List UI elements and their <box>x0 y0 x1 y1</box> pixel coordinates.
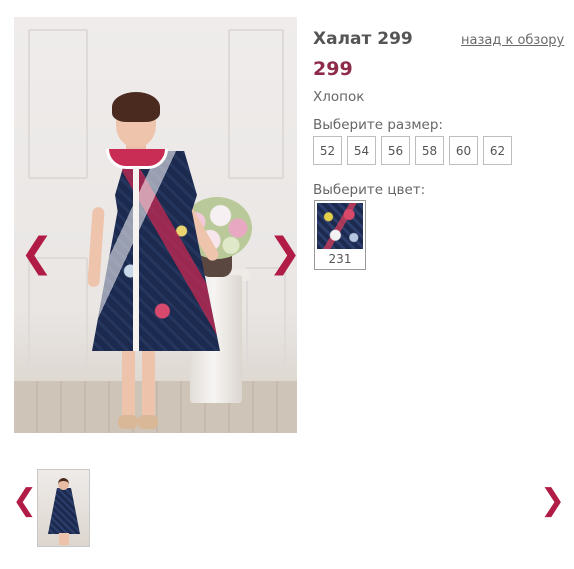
size-label: Выберите размер: <box>313 117 443 133</box>
wall-panel <box>228 29 284 179</box>
model-leg <box>122 347 135 419</box>
size-option-60[interactable]: 60 <box>449 136 478 165</box>
color-swatch-image <box>317 203 363 249</box>
size-option-62[interactable]: 62 <box>483 136 512 165</box>
product-price: 299 <box>313 58 353 80</box>
dress-placket <box>133 167 139 351</box>
chevron-right-icon[interactable]: ❯ <box>540 486 565 516</box>
size-option-54[interactable]: 54 <box>347 136 376 165</box>
thumbnail-head <box>58 478 69 490</box>
color-code: 231 <box>328 252 352 266</box>
size-option-52[interactable]: 52 <box>313 136 342 165</box>
chevron-right-icon[interactable]: ❯ <box>268 233 302 273</box>
model-arm <box>87 206 105 288</box>
color-label: Выберите цвет: <box>313 182 426 198</box>
model-shoe <box>118 415 138 429</box>
size-option-58[interactable]: 58 <box>415 136 444 165</box>
thumbnail-dress <box>48 488 80 534</box>
back-to-overview-link[interactable]: назад к обзору <box>461 33 564 48</box>
main-product-photo <box>14 17 297 433</box>
model-shoe <box>138 415 158 429</box>
size-options: 52 54 56 58 60 62 <box>313 136 512 165</box>
wall-panel <box>28 29 88 179</box>
chevron-left-icon[interactable]: ❮ <box>20 233 54 273</box>
thumbnail-legs <box>59 533 69 545</box>
model-hair <box>112 92 160 122</box>
color-option-231[interactable]: 231 <box>314 200 366 270</box>
model-leg <box>142 347 155 419</box>
chevron-left-icon[interactable]: ❮ <box>12 486 37 516</box>
product-title: Халат 299 <box>313 29 413 49</box>
size-option-56[interactable]: 56 <box>381 136 410 165</box>
wall-panel <box>246 267 286 367</box>
product-material: Хлопок <box>313 89 365 105</box>
thumbnail-image[interactable] <box>37 469 90 547</box>
